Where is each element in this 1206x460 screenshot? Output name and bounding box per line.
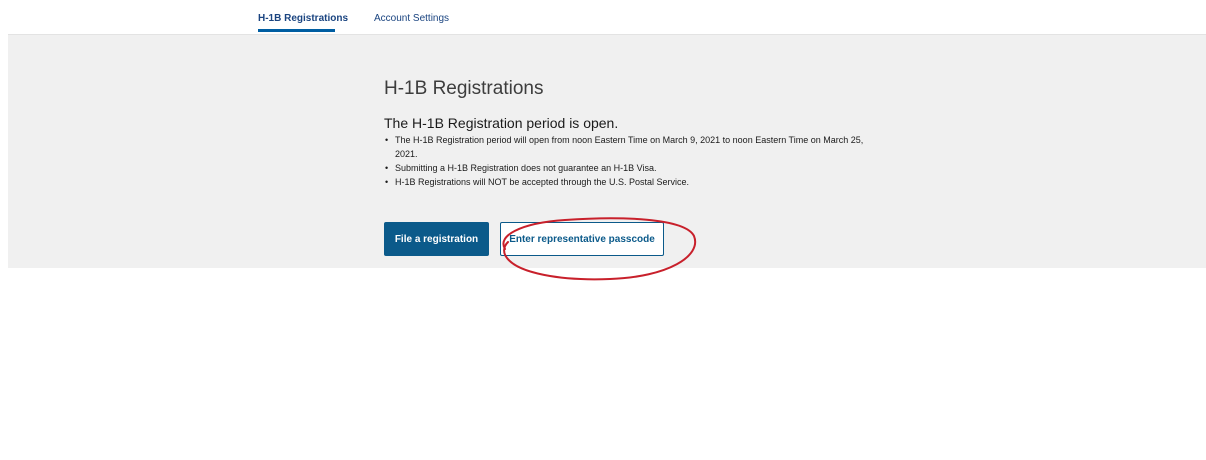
list-item: H-1B Registrations will NOT be accepted … xyxy=(384,175,864,189)
top-navigation xyxy=(8,0,1206,35)
list-item: The H-1B Registration period will open f… xyxy=(384,133,864,161)
tab-h1b-registrations[interactable]: H-1B Registrations xyxy=(258,13,348,24)
list-item: Submitting a H-1B Registration does not … xyxy=(384,161,864,175)
registration-info-list: The H-1B Registration period will open f… xyxy=(384,133,864,189)
registration-status-heading: The H-1B Registration period is open. xyxy=(384,115,619,131)
file-registration-button[interactable]: File a registration xyxy=(384,222,489,256)
active-tab-indicator xyxy=(258,29,335,32)
tab-account-settings[interactable]: Account Settings xyxy=(374,13,449,24)
enter-passcode-button[interactable]: Enter representative passcode xyxy=(500,222,664,256)
page-title: H-1B Registrations xyxy=(384,78,544,99)
